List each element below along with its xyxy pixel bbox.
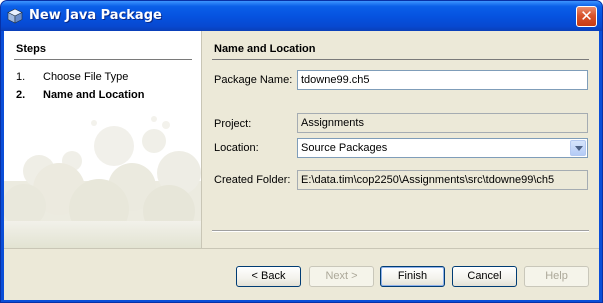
created-folder-field: E:\data.tim\cop2250\Assignments\src\tdow… [297, 170, 588, 190]
close-icon: ✕ [580, 7, 593, 25]
dialog-client-area: Steps 1. Choose File Type 2. Name and Loca… [4, 31, 599, 300]
step-label: Choose File Type [43, 71, 129, 83]
close-button[interactable]: ✕ [576, 6, 597, 27]
window-title: New Java Package [29, 8, 162, 23]
back-button[interactable]: < Back [236, 266, 301, 287]
location-select-value: Source Packages [301, 142, 388, 154]
project-label: Project: [214, 118, 252, 130]
footer-divider [4, 248, 599, 249]
steps-divider [14, 59, 192, 60]
cancel-button[interactable]: Cancel [452, 266, 517, 287]
chevron-down-icon[interactable] [570, 140, 586, 156]
package-name-input[interactable]: tdowne99.ch5 [297, 70, 588, 90]
step-label: Name and Location [43, 89, 145, 101]
steps-title: Steps [16, 43, 46, 55]
location-select[interactable]: Source Packages [297, 138, 588, 158]
step-number: 1. [16, 71, 26, 83]
steps-pane: Steps 1. Choose File Type 2. Name and Loca… [4, 31, 202, 248]
step-name-and-location: 2. Name and Location [16, 89, 144, 101]
package-name-label: Package Name: [214, 74, 293, 86]
form-divider-highlight [212, 231, 589, 232]
section-title: Name and Location [214, 43, 316, 55]
java-package-icon [7, 8, 23, 24]
help-button[interactable]: Help [524, 266, 589, 287]
form-pane: Name and Location Package Name: tdowne99… [212, 31, 599, 248]
finish-button[interactable]: Finish [380, 266, 445, 287]
dialog-window: New Java Package ✕ Steps 1. Choose File T… [0, 0, 603, 303]
location-label: Location: [214, 142, 259, 154]
decorative-bubbles-graphic [4, 116, 201, 248]
created-folder-label: Created Folder: [214, 174, 291, 186]
step-choose-file-type: 1. Choose File Type [16, 71, 128, 83]
section-divider [212, 59, 589, 60]
project-field: Assignments [297, 113, 588, 133]
title-bar[interactable]: New Java Package ✕ [1, 1, 602, 31]
next-button[interactable]: Next > [309, 266, 374, 287]
step-number: 2. [16, 89, 26, 101]
